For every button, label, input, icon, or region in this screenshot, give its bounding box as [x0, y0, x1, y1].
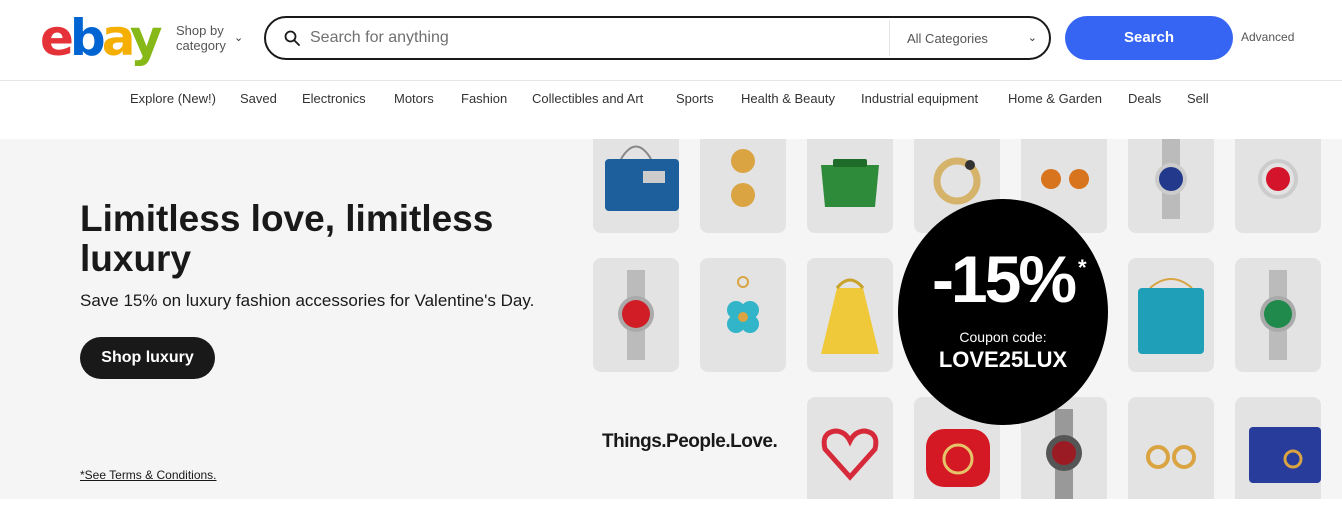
discount-asterisk: * [1078, 255, 1087, 280]
product-tile-hoop-earrings[interactable] [1128, 397, 1214, 499]
category-label: category [176, 38, 226, 53]
product-tile-heart-brooch[interactable] [807, 397, 893, 499]
nav-item-health-beauty[interactable]: Health & Beauty [741, 91, 835, 106]
product-tile-teal-bag[interactable] [1128, 258, 1214, 372]
advanced-search-link[interactable]: Advanced [1241, 30, 1294, 44]
header: ebay Shop by category ⌄ All Categories ⌄… [0, 0, 1342, 81]
terms-link[interactable]: *See Terms & Conditions. [80, 468, 217, 482]
green-bag-image [821, 159, 879, 207]
blue-watch-image [1155, 139, 1187, 219]
shop-luxury-button[interactable]: Shop luxury [80, 337, 215, 379]
red-watch-image [618, 270, 654, 360]
product-tile-green-bag[interactable] [807, 139, 893, 233]
yellow-bag-image [821, 278, 879, 354]
product-tile-green-watch[interactable] [1235, 258, 1321, 372]
nav-item-motors[interactable]: Motors [394, 91, 434, 106]
coupon-badge: -15% * Coupon code: LOVE25LUX [898, 199, 1108, 425]
product-tile-blue-bag[interactable] [593, 139, 679, 233]
discount-percent: -15% [931, 242, 1077, 316]
hero-banner[interactable]: Limitless love, limitless luxury Save 15… [0, 139, 1342, 499]
nav-item-home-garden[interactable]: Home & Garden [1008, 91, 1102, 106]
nav-item-industrial[interactable]: Industrial equipment [861, 91, 978, 106]
green-watch-image [1260, 270, 1296, 360]
hero-subtitle: Save 15% on luxury fashion accessories f… [80, 291, 535, 310]
blue-bag-image [605, 145, 679, 211]
product-tile-gold-earrings[interactable] [700, 139, 786, 233]
coupon-code-label: Coupon code: [959, 329, 1047, 345]
ruby-ring-image [1258, 159, 1298, 199]
chevron-down-icon: ⌄ [234, 32, 244, 44]
shop-by-category-button[interactable]: Shop by category ⌄ [176, 23, 243, 53]
product-tile-red-watch[interactable] [593, 258, 679, 372]
nav-item-fashion[interactable]: Fashion [461, 91, 507, 106]
gold-earrings-image [731, 149, 755, 207]
tagline: Things.People.Love. [602, 431, 778, 452]
heart-brooch-image [821, 428, 879, 481]
nav-item-saved[interactable]: Saved [240, 91, 277, 106]
hero-title: Limitless love, limitless luxury [80, 198, 494, 279]
product-tile-ruby-ring[interactable] [1235, 139, 1321, 233]
product-tile-blue-watch[interactable] [1128, 139, 1214, 233]
blue-clutch-image [1249, 427, 1321, 483]
search-bar: All Categories ⌄ [264, 16, 1051, 60]
nav-item-sell[interactable]: Sell [1187, 91, 1209, 106]
shop-by-label: Shop by [176, 23, 224, 38]
nav-item-collectibles[interactable]: Collectibles and Art [532, 91, 643, 106]
nav-item-deals[interactable]: Deals [1128, 91, 1161, 106]
product-tile-blue-clutch[interactable] [1235, 397, 1321, 499]
hoop-earrings-image [1146, 445, 1196, 469]
nav-item-sports[interactable]: Sports [676, 91, 714, 106]
search-button[interactable]: Search [1065, 16, 1233, 60]
nav-item-explore[interactable]: Explore (New!) [130, 91, 216, 106]
chevron-down-icon: ⌄ [1027, 32, 1037, 44]
ebay-logo[interactable]: ebay [40, 8, 162, 68]
category-select-label: All Categories [907, 31, 988, 46]
nav-item-electronics[interactable]: Electronics [302, 91, 366, 106]
search-input[interactable] [310, 27, 870, 49]
turquoise-pendant-image [727, 276, 759, 333]
teal-bag-image [1138, 278, 1204, 354]
product-tile-turquoise-pendant[interactable] [700, 258, 786, 372]
search-icon [284, 30, 300, 46]
category-select[interactable]: All Categories ⌄ [889, 20, 1047, 56]
product-tile-yellow-bag[interactable] [807, 258, 893, 372]
coupon-code: LOVE25LUX [938, 347, 1068, 372]
category-nav: Explore (New!) Saved Electronics Motors … [0, 81, 1342, 117]
